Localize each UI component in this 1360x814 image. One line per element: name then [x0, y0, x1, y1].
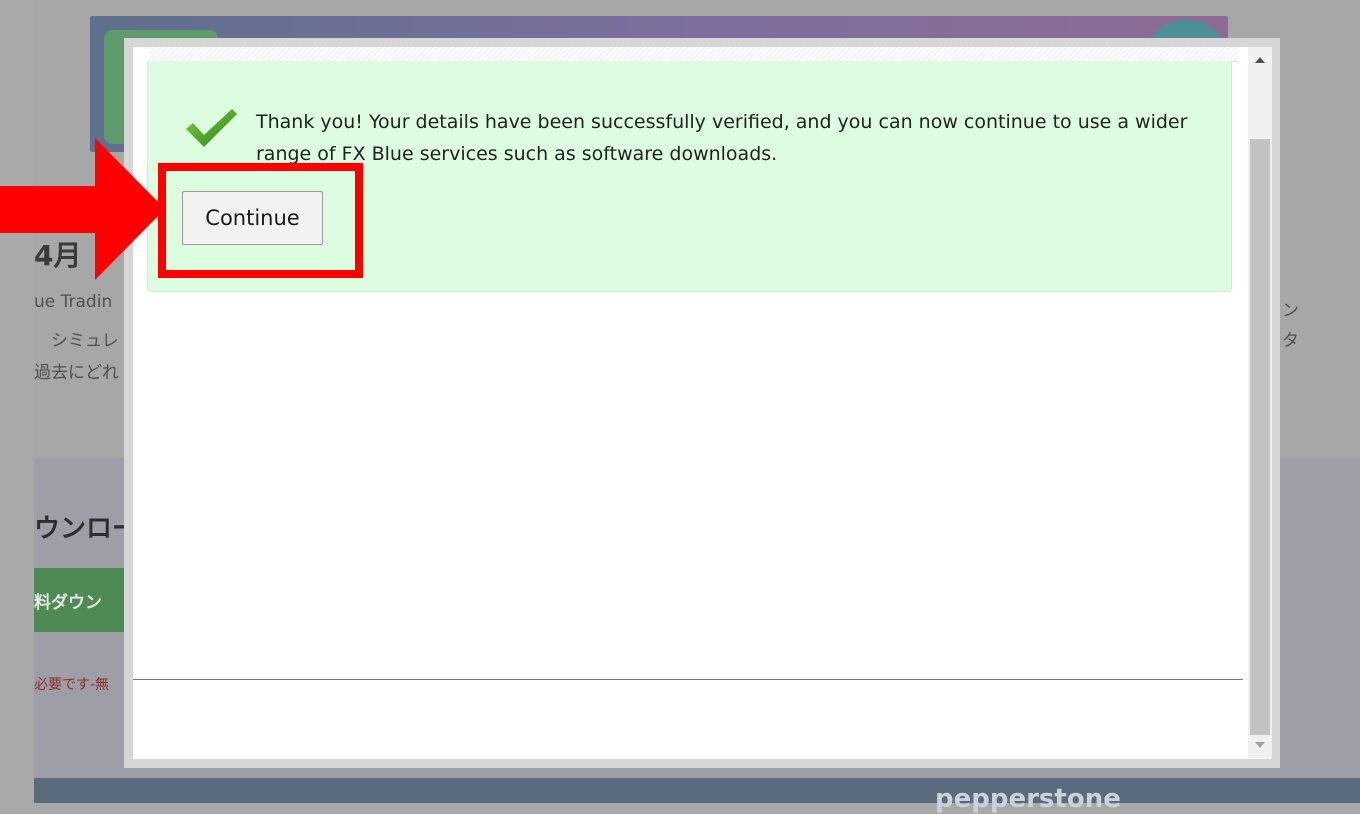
background-text-fragment: ン	[1282, 301, 1299, 321]
red-arrow-icon	[0, 138, 165, 280]
background-footer	[34, 778, 1360, 803]
background-note: 必要です-無	[34, 677, 110, 693]
red-highlight-box	[158, 163, 363, 278]
modal-top-stripe	[149, 47, 1239, 62]
modal-divider	[133, 679, 1243, 680]
checkmark-icon	[186, 109, 237, 147]
background-download-label: 料ダウン	[34, 593, 102, 613]
success-message: Thank you! Your details have been succes…	[256, 111, 1188, 165]
verification-modal: Thank you! Your details have been succes…	[124, 38, 1280, 768]
scroll-down-arrow-icon[interactable]	[1248, 732, 1272, 758]
background-text-line: シミュレ	[34, 331, 119, 351]
scroll-up-arrow-icon[interactable]	[1248, 47, 1272, 73]
footer-brand-logo: pepperstone	[935, 784, 1121, 814]
background-text-line: 過去にどれ	[34, 363, 119, 383]
background-text-line: ue Tradin	[34, 292, 113, 312]
background-section-title: ウンロー	[34, 514, 139, 544]
scrollbar-thumb[interactable]	[1250, 139, 1270, 735]
modal-content: Thank you! Your details have been succes…	[133, 47, 1271, 759]
modal-scrollbar[interactable]	[1248, 47, 1272, 758]
background-text-fragment: タ	[1282, 331, 1299, 351]
